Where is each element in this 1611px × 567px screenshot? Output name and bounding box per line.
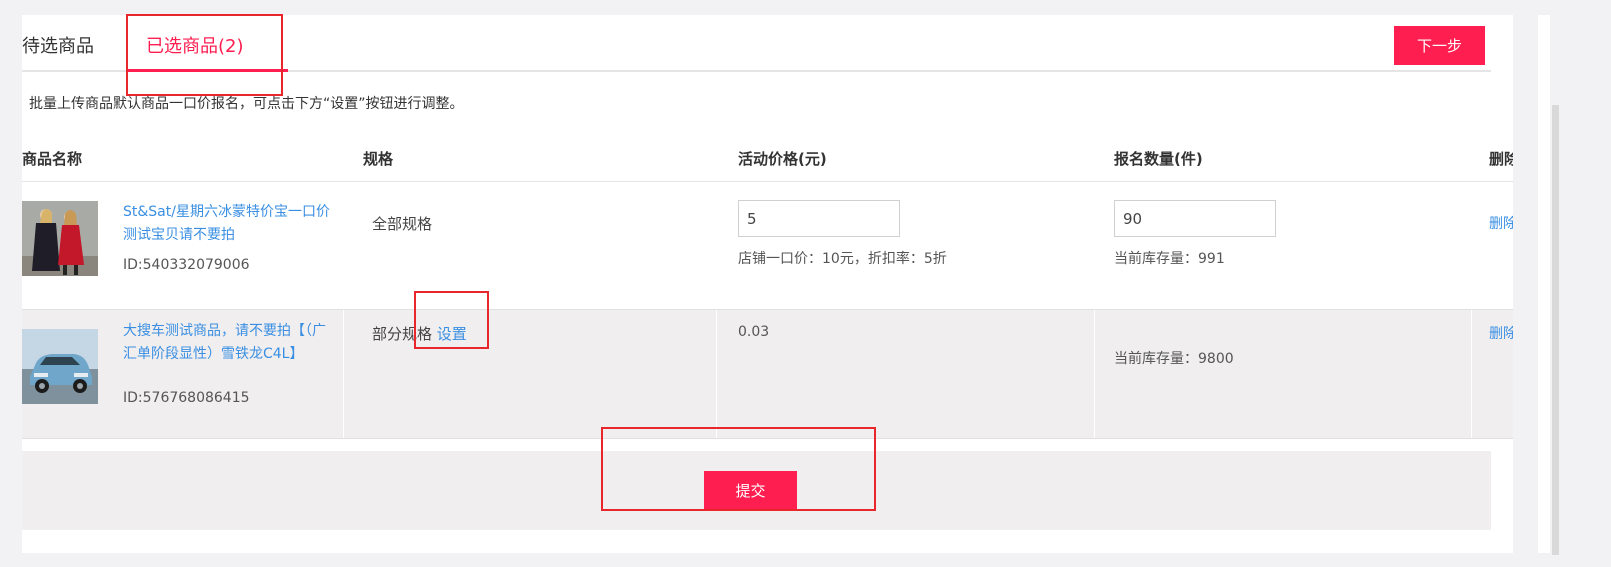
activity-price-input[interactable] xyxy=(738,200,900,237)
product-id: ID:540332079006 xyxy=(123,257,250,273)
column-divider xyxy=(716,310,717,438)
delete-link[interactable]: 删除 xyxy=(1489,323,1513,343)
main-panel: 待选商品 已选商品(2) 下一步 批量上传商品默认商品一口价报名，可点击下方“设… xyxy=(22,15,1513,553)
table-row: St&Sat/星期六冰蒙特价宝一口价测试宝贝请不要拍 ID:5403320790… xyxy=(22,182,1513,310)
delete-link[interactable]: 删除 xyxy=(1489,213,1513,233)
signup-quantity-input[interactable] xyxy=(1114,200,1276,237)
footer-bar: 提交 xyxy=(22,451,1491,530)
tab-bar: 待选商品 已选商品(2) 下一步 xyxy=(22,15,1491,72)
column-header-name: 商品名称 xyxy=(22,150,83,168)
stock-note: 当前库存量：9800 xyxy=(1114,351,1234,367)
spec-settings-link[interactable]: 设置 xyxy=(437,325,467,343)
next-step-button[interactable]: 下一步 xyxy=(1394,26,1485,65)
product-spec: 部分规格 设置 xyxy=(372,323,467,344)
batch-upload-notice: 批量上传商品默认商品一口价报名，可点击下方“设置”按钮进行调整。 xyxy=(29,96,464,112)
column-divider xyxy=(343,310,344,438)
product-spec: 全部规格 xyxy=(372,215,433,233)
activity-price-value: 0.03 xyxy=(738,324,770,340)
table-row: 大搜车测试商品，请不要拍【（广汇单阶段显性）雪铁龙C4L】 ID:5767680… xyxy=(22,310,1513,439)
tab-selected-products[interactable]: 已选商品(2) xyxy=(146,35,244,59)
column-divider xyxy=(1094,310,1095,438)
product-thumbnail[interactable] xyxy=(22,329,98,404)
product-spec-label: 部分规格 xyxy=(372,325,433,343)
product-image-people xyxy=(22,201,98,276)
product-image-car xyxy=(22,329,98,404)
stock-note: 当前库存量：991 xyxy=(1114,251,1225,267)
submit-button[interactable]: 提交 xyxy=(704,471,797,510)
column-header-price: 活动价格(元) xyxy=(738,150,827,168)
shop-price-note: 店铺一口价：10元，折扣率：5折 xyxy=(738,251,947,267)
active-tab-indicator xyxy=(128,69,288,72)
product-name-link[interactable]: St&Sat/星期六冰蒙特价宝一口价测试宝贝请不要拍 xyxy=(123,201,338,247)
column-divider xyxy=(1471,310,1472,438)
scrollbar-track[interactable] xyxy=(1538,15,1550,553)
scrollbar-thumb[interactable] xyxy=(1552,105,1559,555)
product-id: ID:576768086415 xyxy=(123,390,250,406)
tab-pending-products[interactable]: 待选商品 xyxy=(22,35,94,59)
column-header-spec: 规格 xyxy=(363,150,394,168)
table-header: 商品名称 规格 活动价格(元) 报名数量(件) 删除 xyxy=(22,135,1513,182)
column-header-delete: 删除 xyxy=(1489,150,1513,168)
column-header-quantity: 报名数量(件) xyxy=(1114,150,1203,168)
product-thumbnail[interactable] xyxy=(22,201,98,276)
product-name-link[interactable]: 大搜车测试商品，请不要拍【（广汇单阶段显性）雪铁龙C4L】 xyxy=(123,320,338,366)
